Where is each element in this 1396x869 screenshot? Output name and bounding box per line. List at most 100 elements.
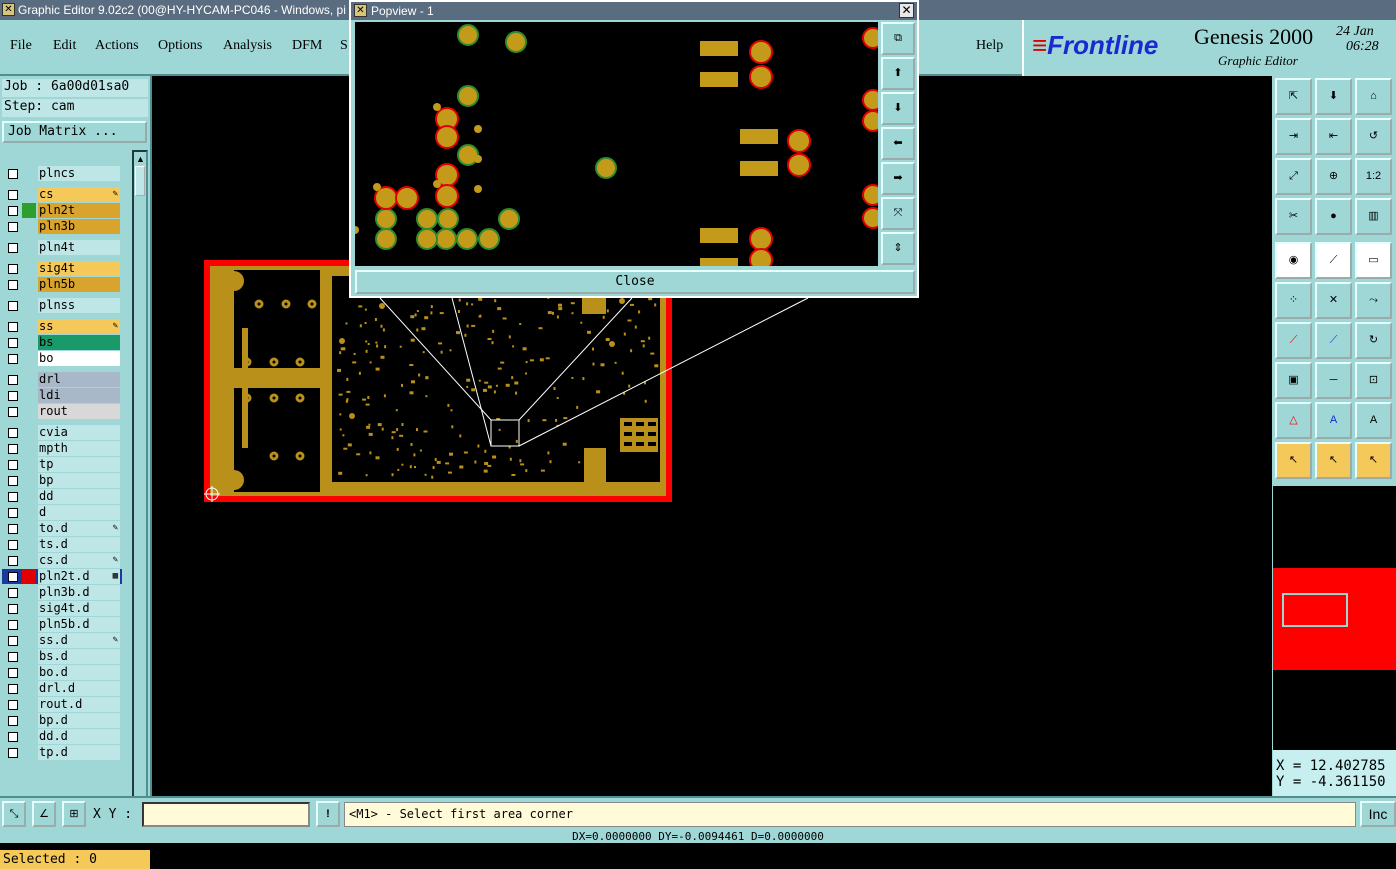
layer-color-swatch[interactable] [22, 319, 36, 334]
layer-row-tp-d[interactable]: tp.d [2, 745, 122, 760]
layer-color-swatch[interactable] [22, 681, 36, 696]
zoom-home-icon[interactable]: ⇱ [1275, 78, 1312, 115]
layer-row-cvia[interactable]: cvia [2, 425, 122, 440]
layer-color-swatch[interactable] [22, 537, 36, 552]
pointer-shape-icon[interactable]: ↖ [1355, 442, 1392, 479]
layer-color-swatch[interactable] [22, 745, 36, 760]
connect-icon[interactable]: ⤳ [1355, 282, 1392, 319]
layer-color-swatch[interactable] [22, 585, 36, 600]
xy-input[interactable] [142, 802, 310, 827]
layer-checkbox[interactable] [8, 540, 18, 550]
line-short-icon[interactable]: ─ [1315, 362, 1352, 399]
layer-color-swatch[interactable] [22, 569, 36, 584]
layer-row-pln5b[interactable]: pln5b [2, 277, 122, 292]
layer-color-swatch[interactable] [22, 166, 36, 181]
layer-color-swatch[interactable] [22, 729, 36, 744]
layer-row-dd-d[interactable]: dd.d [2, 729, 122, 744]
layer-row-bp-d[interactable]: bp.d [2, 713, 122, 728]
layer-checkbox[interactable] [8, 190, 18, 200]
layer-row-plnss[interactable]: plnss [2, 298, 122, 313]
node-icon[interactable]: ⁘ [1275, 282, 1312, 319]
layer-checkbox[interactable] [8, 301, 18, 311]
layer-checkbox[interactable] [8, 444, 18, 454]
triangle-icon[interactable]: △ [1275, 402, 1312, 439]
menu-analysis[interactable]: Analysis [223, 38, 272, 54]
menu-file[interactable]: File [10, 38, 32, 54]
layer-row-ldi[interactable]: ldi [2, 388, 122, 403]
layer-checkbox[interactable] [8, 732, 18, 742]
popview-close-button[interactable]: Close [355, 270, 915, 294]
draw-line-icon[interactable]: ⟋ [1315, 242, 1352, 279]
layer-checkbox[interactable] [8, 700, 18, 710]
layer-row-drl[interactable]: drl [2, 372, 122, 387]
layer-color-swatch[interactable] [22, 697, 36, 712]
minimap[interactable] [1273, 486, 1396, 750]
snap-point-icon[interactable]: ● [1315, 198, 1352, 235]
layer-color-swatch[interactable] [22, 649, 36, 664]
layer-checkbox[interactable] [8, 652, 18, 662]
popview-fit-icon[interactable]: ⧉ [881, 22, 915, 55]
layer-row-ss[interactable]: ss ✎ [2, 319, 122, 334]
menu-options[interactable]: Options [158, 38, 202, 54]
layer-color-swatch[interactable] [22, 441, 36, 456]
layer-color-swatch[interactable] [22, 404, 36, 419]
pan-left-icon[interactable]: ⇥ [1275, 118, 1312, 155]
layer-checkbox[interactable] [8, 508, 18, 518]
layer-row-dd[interactable]: dd [2, 489, 122, 504]
pointer-box-icon[interactable]: ↖ [1315, 442, 1352, 479]
layer-color-swatch[interactable] [22, 351, 36, 366]
snap-icon[interactable]: ⤡ [2, 801, 26, 827]
popview-up-icon[interactable]: ⬆ [881, 57, 915, 90]
arc-icon[interactable]: ↻ [1355, 322, 1392, 359]
popview-right-icon[interactable]: ➡ [881, 162, 915, 195]
layer-row-pln2t-d[interactable]: pln2t.d ▦ [2, 569, 122, 584]
menu-actions[interactable]: Actions [95, 38, 139, 54]
layer-checkbox[interactable] [8, 684, 18, 694]
menu-help[interactable]: Help [976, 38, 1003, 54]
layer-color-swatch[interactable] [22, 505, 36, 520]
select-box-icon[interactable]: ▣ [1275, 362, 1312, 399]
fit-all-icon[interactable]: ⤢ [1275, 158, 1312, 195]
home-icon[interactable]: ⌂ [1355, 78, 1392, 115]
layer-row-d[interactable]: d [2, 505, 122, 520]
ratio-icon[interactable]: 1:2 [1355, 158, 1392, 195]
layer-checkbox[interactable] [8, 407, 18, 417]
layer-checkbox[interactable] [8, 636, 18, 646]
layer-scrollbar[interactable]: ▲ ▼ [132, 150, 148, 842]
layer-color-swatch[interactable] [22, 298, 36, 313]
pan-right-icon[interactable]: ⇤ [1315, 118, 1352, 155]
layer-row-ss-d[interactable]: ss.d ✎ [2, 633, 122, 648]
layer-color-swatch[interactable] [22, 521, 36, 536]
layer-row-bp[interactable]: bp [2, 473, 122, 488]
layer-row-mpth[interactable]: mpth [2, 441, 122, 456]
layer-color-swatch[interactable] [22, 713, 36, 728]
popview-zoom-out-icon[interactable]: ⇕ [881, 232, 915, 265]
layer-row-sig4t[interactable]: sig4t [2, 261, 122, 276]
pan-up-icon[interactable]: ⬇ [1315, 78, 1352, 115]
layer-row-drl-d[interactable]: drl.d [2, 681, 122, 696]
popview-down-icon[interactable]: ⬇ [881, 92, 915, 125]
layer-color-swatch[interactable] [22, 489, 36, 504]
layer-color-swatch[interactable] [22, 617, 36, 632]
layer-row-rout-d[interactable]: rout.d [2, 697, 122, 712]
layer-color-swatch[interactable] [22, 388, 36, 403]
angle-icon[interactable]: ∠ [32, 801, 56, 827]
menu-edit[interactable]: Edit [53, 38, 76, 54]
layer-row-bs-d[interactable]: bs.d [2, 649, 122, 664]
triangle-a-icon[interactable]: A [1315, 402, 1352, 439]
layer-color-swatch[interactable] [22, 335, 36, 350]
layer-checkbox[interactable] [8, 476, 18, 486]
popview-zoom-in-icon[interactable]: ⤧ [881, 197, 915, 230]
layer-color-swatch[interactable] [22, 633, 36, 648]
layer-color-swatch[interactable] [22, 240, 36, 255]
layer-checkbox[interactable] [8, 668, 18, 678]
layer-row-sig4t-d[interactable]: sig4t.d [2, 601, 122, 616]
layer-checkbox[interactable] [8, 354, 18, 364]
layer-checkbox[interactable] [8, 492, 18, 502]
inc-button[interactable]: Inc [1360, 801, 1396, 827]
layer-color-swatch[interactable] [22, 219, 36, 234]
cross-icon[interactable]: ✕ [1315, 282, 1352, 319]
layer-row-bo-d[interactable]: bo.d [2, 665, 122, 680]
layer-checkbox[interactable] [8, 222, 18, 232]
layer-checkbox[interactable] [8, 280, 18, 290]
